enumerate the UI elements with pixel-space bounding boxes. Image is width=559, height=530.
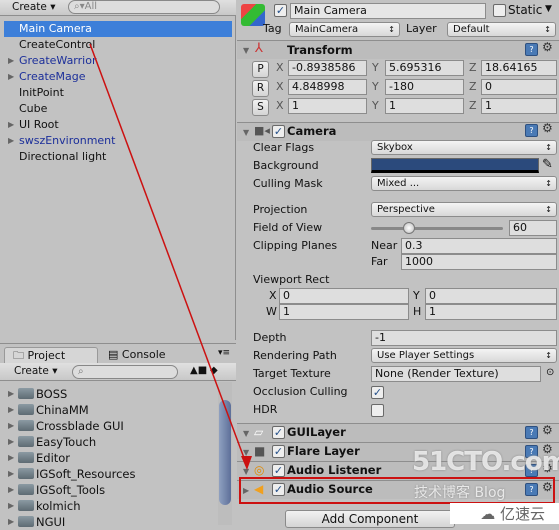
watermark: 51CTO.com (412, 447, 559, 477)
watermark-subtitle: 技术博客 Blog (414, 485, 506, 501)
cloud-icon: ☁ (480, 505, 496, 523)
annotation-arrow (89, 43, 248, 467)
arrow-head-icon (241, 456, 252, 470)
annotation-highlight-box (239, 477, 555, 504)
watermark-logo: ☁ 亿速云 (450, 503, 559, 524)
annotation-overlay (89, 43, 555, 504)
